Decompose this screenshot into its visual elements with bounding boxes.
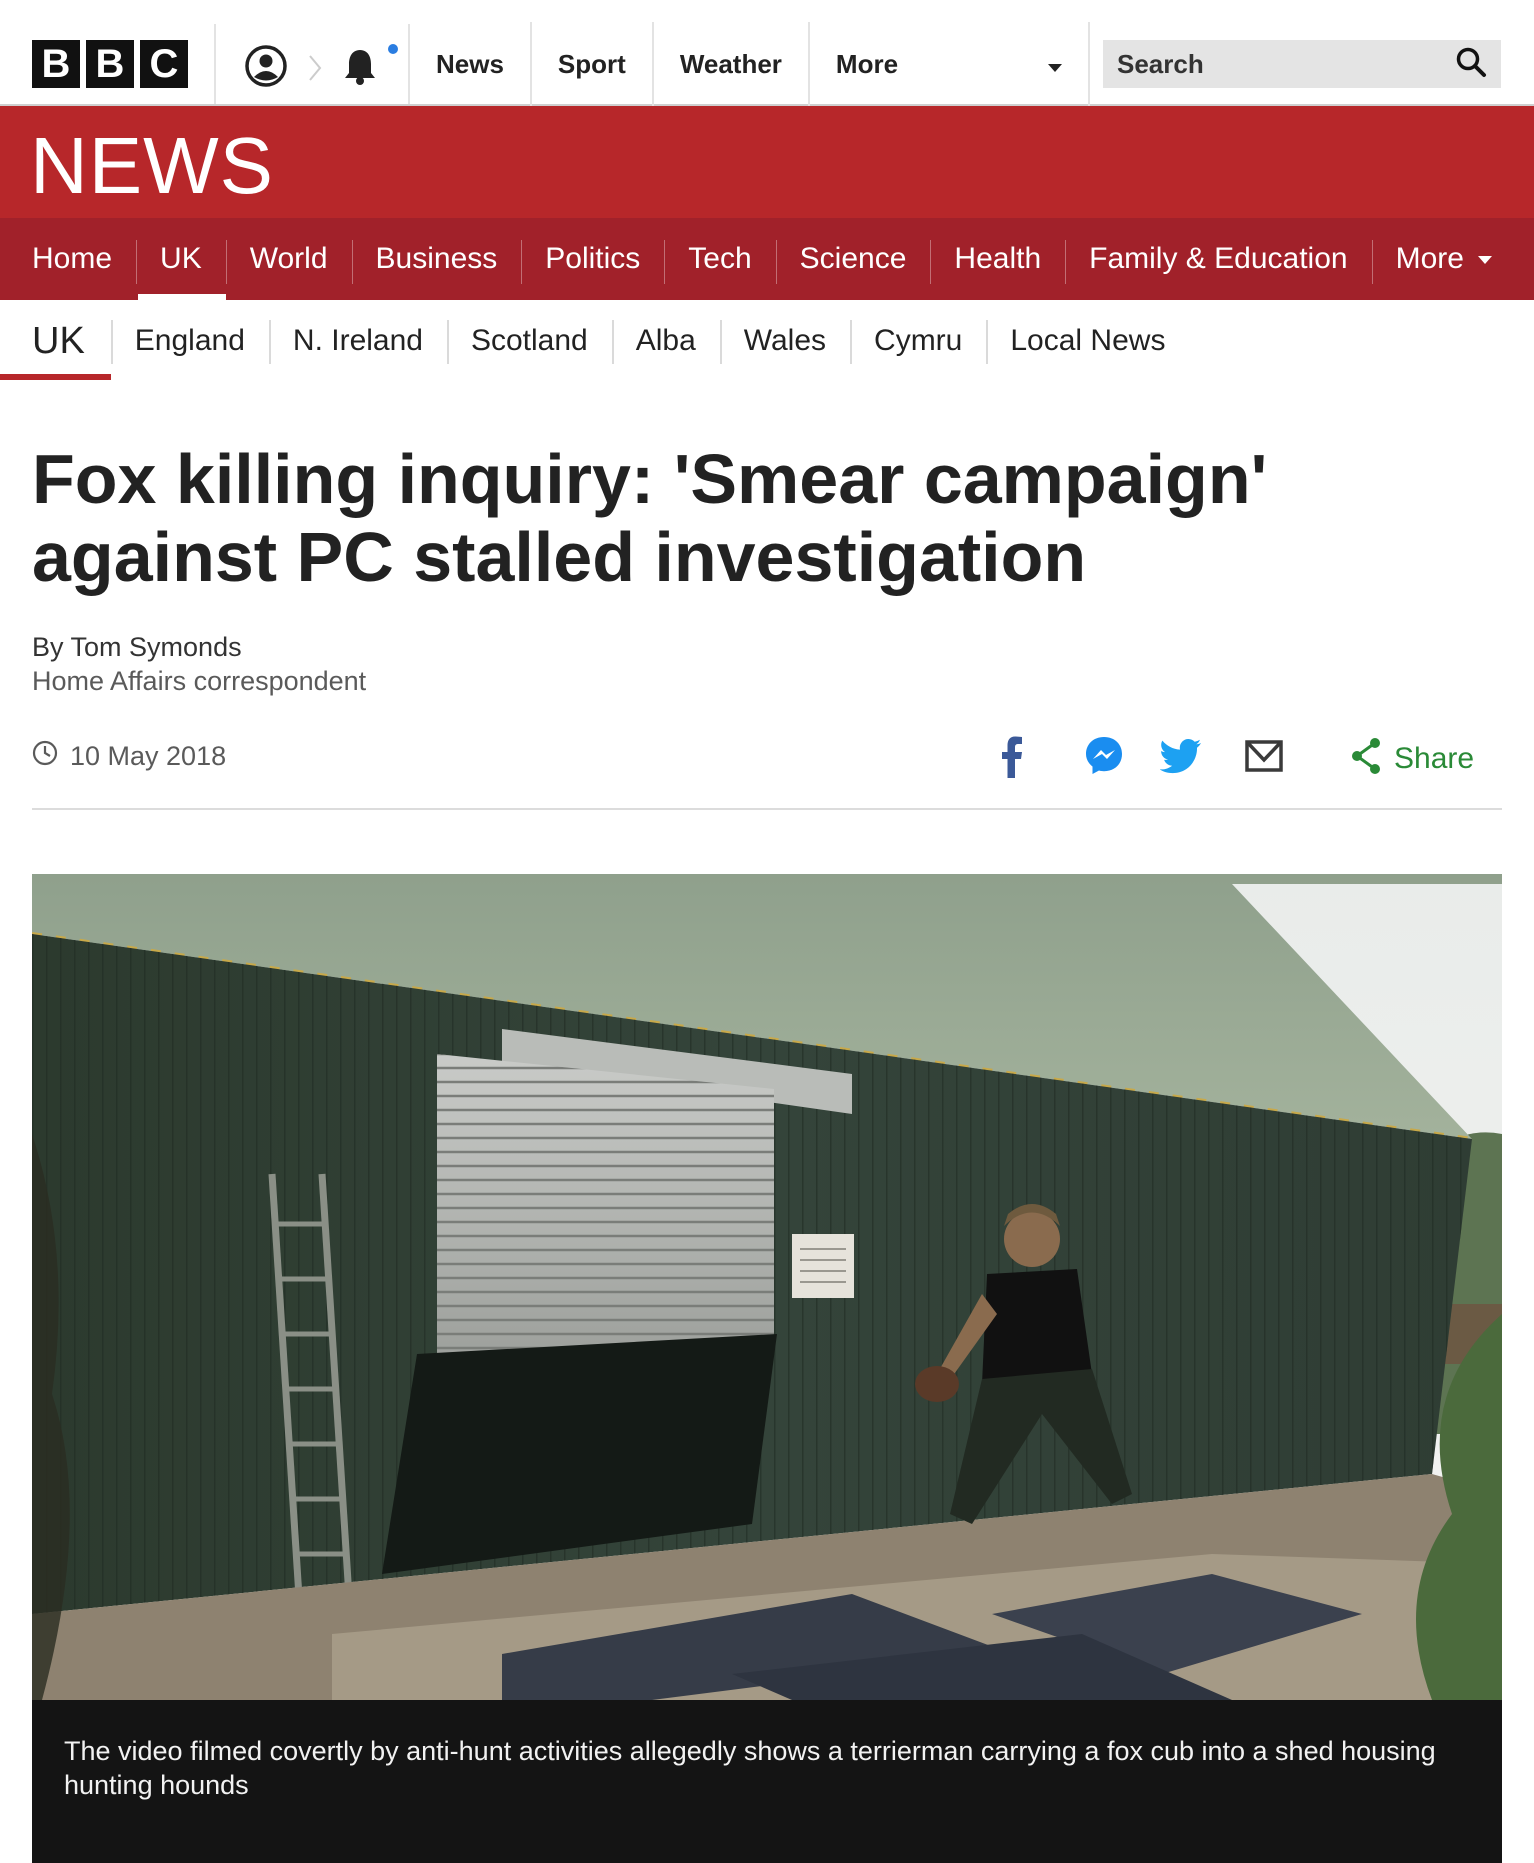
- section-nav-family-education[interactable]: Family & Education: [1065, 218, 1371, 300]
- messenger-icon[interactable]: [1084, 734, 1124, 783]
- bbc-logo[interactable]: B B C: [32, 40, 188, 88]
- author-name: By Tom Symonds: [32, 632, 242, 662]
- section-nav: Home UK World Business Politics Tech Sci…: [0, 218, 1534, 300]
- news-masthead: NEWS: [0, 106, 1534, 218]
- bbc-logo-letter: C: [140, 40, 188, 88]
- sub-nav-current[interactable]: UK: [0, 300, 111, 382]
- search-input[interactable]: [1117, 48, 1417, 80]
- notification-dot: [388, 44, 398, 54]
- top-nav: News Sport Weather More: [410, 22, 1090, 106]
- news-wordmark[interactable]: NEWS: [30, 124, 274, 208]
- facebook-icon[interactable]: [1000, 734, 1024, 783]
- sub-nav-cymru[interactable]: Cymru: [850, 300, 986, 382]
- article-headline: Fox killing inquiry: 'Smear campaign' ag…: [32, 440, 1268, 596]
- bbc-logo-letter: B: [32, 40, 80, 88]
- section-nav-world[interactable]: World: [225, 218, 352, 300]
- bbc-top-bar: B B C News Sport Weather More: [0, 0, 1534, 106]
- section-nav-more-label: More: [1395, 242, 1464, 275]
- share-label[interactable]: Share: [1394, 742, 1474, 776]
- sub-nav-wales[interactable]: Wales: [719, 300, 850, 382]
- section-nav-home[interactable]: Home: [8, 218, 136, 300]
- search-icon[interactable]: [1455, 46, 1487, 83]
- top-nav-more[interactable]: More: [807, 22, 1090, 106]
- article-image[interactable]: [32, 874, 1502, 1700]
- share-icon[interactable]: [1348, 734, 1384, 783]
- twitter-icon[interactable]: [1159, 734, 1202, 783]
- section-nav-more[interactable]: More: [1371, 218, 1516, 300]
- clock-icon: [32, 740, 58, 773]
- sub-nav: UK England N. Ireland Scotland Alba Wale…: [0, 300, 1534, 382]
- share-tools: Share: [990, 734, 1500, 782]
- section-nav-science[interactable]: Science: [775, 218, 931, 300]
- sub-nav-n-ireland[interactable]: N. Ireland: [268, 300, 447, 382]
- section-nav-health[interactable]: Health: [930, 218, 1065, 300]
- section-nav-uk[interactable]: UK: [136, 218, 226, 300]
- publish-date: 10 May 2018: [70, 741, 227, 771]
- account-icon[interactable]: [244, 44, 288, 88]
- top-nav-news[interactable]: News: [410, 22, 530, 106]
- chevron-down-icon: [1477, 256, 1492, 264]
- sub-nav-alba[interactable]: Alba: [611, 300, 720, 382]
- divider: [32, 808, 1502, 810]
- chevron-right-icon: [308, 54, 322, 87]
- sub-nav-scotland[interactable]: Scotland: [446, 300, 612, 382]
- dateline: 10 May 2018: [32, 740, 226, 773]
- divider: [214, 24, 216, 104]
- author-role: Home Affairs correspondent: [32, 666, 367, 696]
- email-icon[interactable]: [1244, 734, 1284, 783]
- sub-nav-england[interactable]: England: [110, 300, 269, 382]
- search-box[interactable]: [1103, 40, 1501, 88]
- bbc-logo-letter: B: [86, 40, 134, 88]
- byline: By Tom Symonds Home Affairs corresponden…: [32, 630, 366, 698]
- image-caption: The video filmed covertly by anti-hunt a…: [32, 1700, 1502, 1863]
- sub-nav-local-news[interactable]: Local News: [986, 300, 1189, 382]
- top-nav-sport[interactable]: Sport: [529, 22, 652, 106]
- chevron-down-icon: [1047, 64, 1062, 72]
- section-nav-business[interactable]: Business: [351, 218, 522, 300]
- top-nav-more-label: More: [835, 48, 899, 79]
- top-nav-weather[interactable]: Weather: [651, 22, 808, 106]
- section-nav-politics[interactable]: Politics: [521, 218, 664, 300]
- section-nav-tech[interactable]: Tech: [664, 218, 775, 300]
- bell-icon[interactable]: [342, 46, 378, 91]
